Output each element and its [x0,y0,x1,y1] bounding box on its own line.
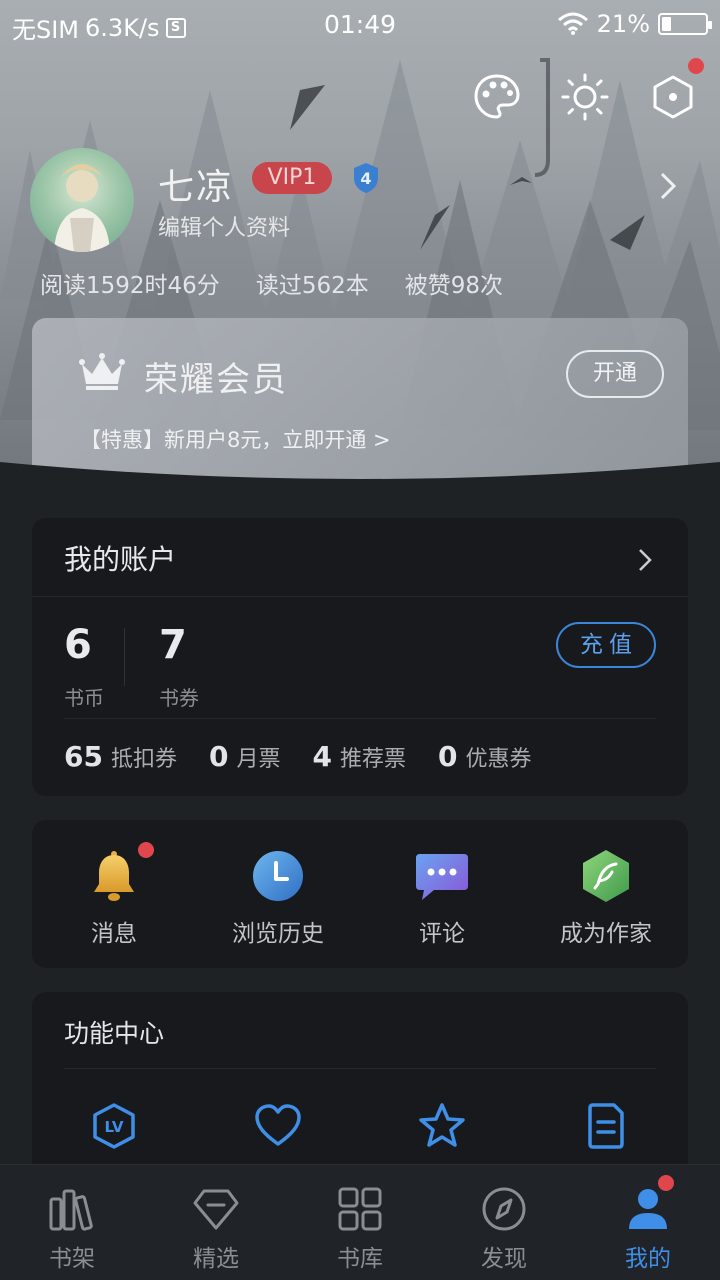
shortcut-history[interactable]: 浏览历史 [196,848,360,948]
shortcut-label: 浏览历史 [232,921,324,947]
feather-icon [583,850,629,902]
svg-text:LV: LV [104,1118,123,1136]
palette-icon[interactable] [472,72,522,122]
status-right: 21% [557,10,712,38]
chevron-right-icon[interactable] [660,172,676,200]
brightness-icon[interactable] [560,72,610,122]
bottom-navigation: 书架 精选 书库 发现 我的 [0,1164,720,1280]
function-center-title: 功能中心 [64,1019,165,1048]
message-notification-dot [138,842,154,858]
deduction-coupon[interactable]: 65 抵扣券 [64,740,177,773]
heart-icon[interactable] [254,1102,302,1150]
battery-fill [662,17,671,31]
nav-bookshelf[interactable]: 书架 [0,1185,144,1273]
ticket-label: 优惠券 [465,747,532,772]
battery-icon [658,13,712,35]
wifi-icon [557,12,588,35]
star-icon[interactable] [418,1102,466,1150]
mine-notification-dot [658,1175,674,1191]
header-actions [472,58,704,122]
ticket-label: 月票 [236,747,281,772]
monthly-ticket[interactable]: 0 月票 [209,740,281,773]
edit-profile-link[interactable]: 编辑个人资料 [158,210,290,242]
compass-icon [482,1187,526,1231]
grid-icon [338,1187,382,1231]
ticket-label: 推荐票 [339,747,406,772]
nav-label: 发现 [481,1246,527,1272]
shortcut-label: 消息 [91,921,137,947]
reading-stats: 阅读1592时46分 读过562本 被赞98次 [40,266,503,300]
username: 七凉 [158,167,235,208]
book-coins-value: 6 [64,622,92,668]
profile-header: 无SIM 6.3K/s S 01:49 21% 七凉 VIP1 4 编辑个人资料… [0,0,720,500]
open-membership-button[interactable]: 开通 [566,350,664,398]
level-number: 4 [360,169,371,188]
vip-badge[interactable]: VIP1 [252,162,332,194]
recommend-ticket[interactable]: 4 推荐票 [312,740,406,773]
battery-percent: 21% [596,10,650,38]
ticket-count: 4 [312,740,332,773]
book-vouchers-label: 书券 [159,686,199,710]
nav-library[interactable]: 书库 [288,1185,432,1273]
settings-hex-icon[interactable] [648,58,704,122]
crown-icon [79,353,125,390]
header-curve [0,462,720,500]
nav-label: 精选 [193,1246,239,1272]
level-shield-icon[interactable]: 4 [352,162,380,194]
vip-card-title: 荣耀会员 [144,360,288,400]
nav-discover[interactable]: 发现 [432,1185,576,1273]
bell-icon [94,851,134,901]
shortcuts-card: 消息 浏览历史 评论 成为作家 [32,820,688,968]
discount-coupon[interactable]: 0 优惠券 [438,740,532,773]
ticket-label: 抵扣券 [110,747,177,772]
level-icon[interactable]: LV [90,1102,138,1150]
nav-label: 我的 [625,1246,671,1272]
likes-stat: 被赞98次 [404,273,503,299]
shortcut-comments[interactable]: 评论 [360,848,524,948]
recharge-button[interactable]: 充值 [556,622,656,668]
ticket-count: 0 [208,740,229,773]
nav-mine[interactable]: 我的 [576,1175,720,1273]
book-coins-label: 书币 [64,686,104,710]
chevron-right-icon[interactable] [638,548,652,572]
user-icon [629,1189,667,1229]
document-icon[interactable] [582,1102,630,1150]
shortcut-become-writer[interactable]: 成为作家 [524,848,688,948]
shortcut-messages[interactable]: 消息 [32,842,196,948]
divider [64,718,656,719]
status-bar: 无SIM 6.3K/s S 01:49 21% [0,0,720,52]
clock-icon [253,851,303,901]
books-read-stat: 读过562本 [255,273,369,299]
reading-time-stat: 阅读1592时46分 [40,273,220,299]
shortcut-label: 成为作家 [560,921,652,947]
divider [32,596,688,597]
ticket-row: 65 抵扣券 0 月票 4 推荐票 0 优惠券 [64,740,531,773]
divider [124,628,125,686]
settings-notification-dot [688,58,704,74]
avatar[interactable] [30,148,134,252]
book-vouchers-value: 7 [159,622,187,668]
account-card: 我的账户 6 书币 7 书券 充值 65 抵扣券 0 月票 4 推荐票 0 优惠… [32,518,688,796]
account-title[interactable]: 我的账户 [64,538,176,578]
diamond-icon [193,1189,239,1230]
nav-label: 书库 [337,1246,383,1272]
nav-featured[interactable]: 精选 [144,1185,288,1273]
divider [64,1068,656,1069]
bookshelf-icon [49,1189,93,1231]
ticket-count: 65 [64,740,103,773]
ticket-count: 0 [437,740,458,773]
nav-label: 书架 [49,1246,95,1272]
shortcut-label: 评论 [419,921,465,947]
chat-bubble-icon [416,854,468,900]
